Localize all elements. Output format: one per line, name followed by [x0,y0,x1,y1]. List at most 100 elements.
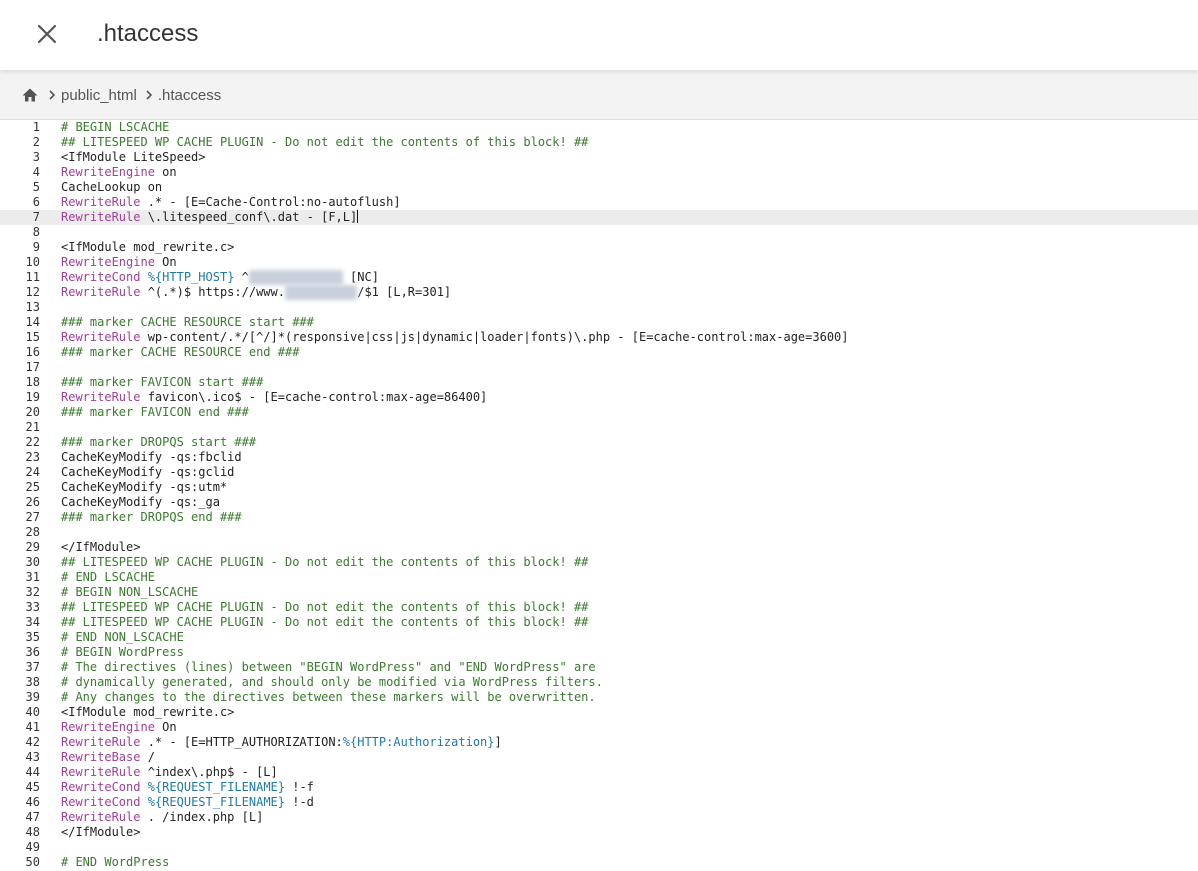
code-line[interactable]: 37 # The directives (lines) between "BEGI… [0,660,1198,675]
code-line[interactable]: 29 </IfModule> [0,540,1198,555]
line-number: 37 [25,660,40,674]
line-number: 36 [25,645,40,659]
code-token: <IfModule mod_rewrite.c> [61,705,235,719]
code-line[interactable]: 48 </IfModule> [0,825,1198,840]
code-token: # END WordPress [61,855,170,869]
line-number: 30 [25,555,40,569]
line-number: 9 [32,240,40,254]
code-line[interactable]: 34 ## LITESPEED WP CACHE PLUGIN - Do not … [0,615,1198,630]
line-number: 48 [25,825,40,839]
code-token: %{REQUEST_FILENAME} [147,795,285,809]
code-token: # The directives (lines) between "BEGIN … [61,660,596,674]
code-token: RewriteRule [61,195,141,209]
code-line[interactable]: 17 [0,360,1198,375]
code-line[interactable]: 39 # Any changes to the directives betwee… [0,690,1198,705]
code-line[interactable]: 30 ## LITESPEED WP CACHE PLUGIN - Do not … [0,555,1198,570]
code-line[interactable]: 14 ### marker CACHE RESOURCE start ### [0,315,1198,330]
code-line[interactable]: 32 # BEGIN NON_LSCACHE [0,585,1198,600]
code-line[interactable]: 50 # END WordPress [0,855,1198,870]
line-number: 42 [25,735,40,749]
line-content: ## LITESPEED WP CACHE PLUGIN - Do not ed… [61,615,588,630]
code-token: ### marker CACHE RESOURCE end ### [61,345,300,359]
line-number: 18 [25,375,40,389]
code-line[interactable]: 11 RewriteCond %{HTTP_HOST} ^xxxxxxxxxxxx… [0,270,1198,285]
line-number: 2 [32,135,40,149]
close-button[interactable] [30,17,64,51]
line-content: RewriteBase / [61,750,155,765]
code-token: On [154,255,177,269]
code-line[interactable]: 41 RewriteEngine On [0,720,1198,735]
code-line[interactable]: 10 RewriteEngine On [0,255,1198,270]
code-line[interactable]: 36 # BEGIN WordPress [0,645,1198,660]
line-content: RewriteRule ^index\.php$ - [L] [61,765,278,780]
code-line[interactable]: 15 RewriteRule wp-content/.*/[^/]*(respon… [0,330,1198,345]
code-line[interactable]: 4 RewriteEngine on [0,165,1198,180]
line-number: 29 [25,540,40,554]
line-number: 3 [32,150,40,164]
code-line[interactable]: 46 RewriteCond %{REQUEST_FILENAME} !-d [0,795,1198,810]
code-line[interactable]: 26 CacheKeyModify -qs:_ga [0,495,1198,510]
code-line[interactable]: 9 <IfModule mod_rewrite.c> [0,240,1198,255]
line-content: ## LITESPEED WP CACHE PLUGIN - Do not ed… [61,600,588,615]
code-line[interactable]: 28 [0,525,1198,540]
code-line[interactable]: 43 RewriteBase / [0,750,1198,765]
code-line[interactable]: 18 ### marker FAVICON start ### [0,375,1198,390]
code-line[interactable]: 19 RewriteRule favicon\.ico$ - [E=cache-c… [0,390,1198,405]
code-line[interactable]: 25 CacheKeyModify -qs:utm* [0,480,1198,495]
line-content: ### marker DROPQS end ### [61,510,242,525]
code-line[interactable]: 7 RewriteRule \.litespeed_conf\.dat - [F,… [0,210,1198,225]
code-token: /$1 [L,R=301] [357,285,452,299]
code-line[interactable]: 21 [0,420,1198,435]
code-line[interactable]: 33 ## LITESPEED WP CACHE PLUGIN - Do not … [0,600,1198,615]
code-line[interactable]: 20 ### marker FAVICON end ### [0,405,1198,420]
code-line[interactable]: 27 ### marker DROPQS end ### [0,510,1198,525]
code-token: RewriteEngine [61,255,155,269]
code-line[interactable]: 31 # END LSCACHE [0,570,1198,585]
code-line[interactable]: 23 CacheKeyModify -qs:fbclid [0,450,1198,465]
line-number: 22 [25,435,40,449]
code-line[interactable]: 8 [0,225,1198,240]
code-line[interactable]: 35 # END NON_LSCACHE [0,630,1198,645]
top-bar: .htaccess [0,0,1198,70]
code-token: On [154,720,177,734]
code-line[interactable]: 42 RewriteRule .* - [E=HTTP_AUTHORIZATION… [0,735,1198,750]
line-content: RewriteRule wp-content/.*/[^/]*(responsi… [61,330,849,345]
code-line[interactable]: 6 RewriteRule .* - [E=Cache-Control:no-au… [0,195,1198,210]
breadcrumb-item-public-html[interactable]: public_html [61,87,137,104]
code-token: favicon\.ico$ - [E=cache-control:max-age… [140,390,488,404]
code-line[interactable]: 40 <IfModule mod_rewrite.c> [0,705,1198,720]
line-content: # dynamically generated, and should only… [61,675,603,690]
line-content: # END WordPress [61,855,169,870]
line-content: # END NON_LSCACHE [61,630,184,645]
code-line[interactable]: 2 ## LITESPEED WP CACHE PLUGIN - Do not e… [0,135,1198,150]
code-line[interactable]: 5 CacheLookup on [0,180,1198,195]
breadcrumb-item-htaccess[interactable]: .htaccess [158,87,221,104]
code-line[interactable]: 24 CacheKeyModify -qs:gclid [0,465,1198,480]
line-content: ### marker CACHE RESOURCE end ### [61,345,299,360]
line-content: RewriteEngine On [61,255,177,270]
code-line[interactable]: 1 # BEGIN LSCACHE [0,120,1198,135]
close-icon [37,24,57,44]
code-line[interactable]: 47 RewriteRule . /index.php [L] [0,810,1198,825]
code-line[interactable]: 16 ### marker CACHE RESOURCE end ### [0,345,1198,360]
line-content: RewriteRule ^(.*)$ https://www.xxxxxxxxx… [61,285,451,300]
code-token: \.litespeed_conf\.dat - [F,L] [140,210,358,224]
code-token: ### marker DROPQS start ### [61,435,257,449]
code-line[interactable]: 45 RewriteCond %{REQUEST_FILENAME} !-f [0,780,1198,795]
code-line[interactable]: 12 RewriteRule ^(.*)$ https://www.xxxxxxx… [0,285,1198,300]
code-token: ### marker FAVICON end ### [61,405,249,419]
code-line[interactable]: 44 RewriteRule ^index\.php$ - [L] [0,765,1198,780]
code-line[interactable]: 38 # dynamically generated, and should on… [0,675,1198,690]
code-token: ## LITESPEED WP CACHE PLUGIN - Do not ed… [61,555,589,569]
code-editor[interactable]: 1 # BEGIN LSCACHE 2 ## LITESPEED WP CACHE P… [0,120,1198,871]
code-token: # END NON_LSCACHE [61,630,184,644]
code-line[interactable]: 22 ### marker DROPQS start ### [0,435,1198,450]
code-token: RewriteEngine [61,720,155,734]
home-icon[interactable] [21,86,39,104]
redacted-text: xxxxxxxxxx [284,285,358,300]
code-line[interactable]: 13 [0,300,1198,315]
code-line[interactable]: 3 <IfModule LiteSpeed> [0,150,1198,165]
line-number: 13 [25,300,40,314]
code-line[interactable]: 49 [0,840,1198,855]
